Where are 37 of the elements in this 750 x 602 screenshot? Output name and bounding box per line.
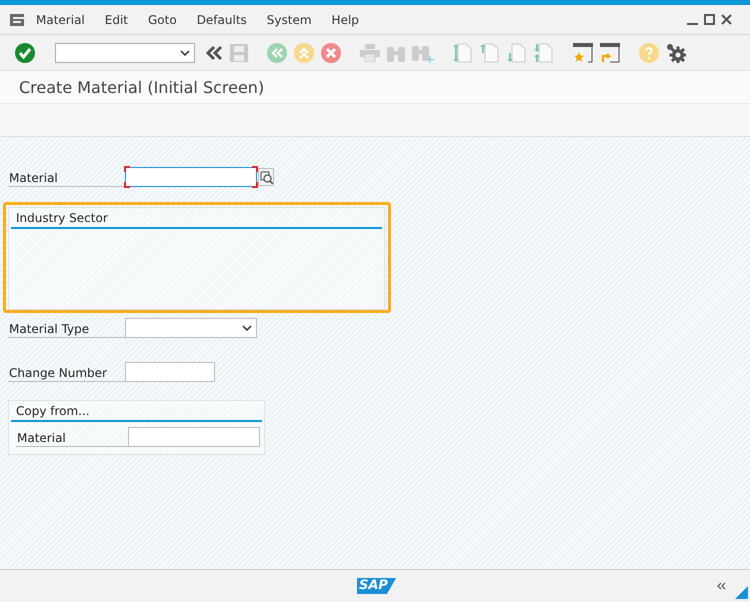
menu-item[interactable]: Material [36, 12, 85, 26]
group-title: Copy from... [11, 403, 262, 422]
group-title: Industry Sector [11, 210, 382, 229]
checkmark-icon[interactable] [15, 42, 35, 62]
window-arrow-icon[interactable] [600, 42, 620, 62]
caret-icon[interactable] [180, 50, 190, 56]
menu-icon[interactable] [10, 14, 26, 26]
save-icon[interactable] [230, 44, 248, 62]
cancel-icon[interactable] [321, 42, 341, 62]
window-star-icon[interactable] [573, 42, 593, 62]
next-page-icon[interactable] [507, 42, 527, 62]
double-chevron-icon[interactable] [205, 44, 223, 60]
input-field[interactable] [125, 167, 257, 187]
menu-item[interactable]: Goto [148, 12, 177, 26]
resize-handle-icon[interactable] [735, 586, 748, 599]
screen-title: Create Material (Initial Screen) [19, 78, 264, 96]
last-page-icon[interactable] [534, 42, 554, 62]
up-icon[interactable] [294, 42, 314, 62]
input-field[interactable] [128, 427, 260, 447]
menu-item[interactable]: Edit [104, 12, 128, 26]
menu-item[interactable]: Help [332, 12, 359, 26]
first-page-icon[interactable] [453, 42, 473, 62]
help-icon[interactable] [639, 42, 659, 62]
search-help-button[interactable] [258, 168, 274, 186]
menu-item[interactable]: Defaults [196, 12, 247, 26]
field-label: Material [8, 167, 125, 187]
command-field[interactable] [55, 42, 195, 62]
settings-icon[interactable] [666, 42, 686, 62]
caret-icon[interactable] [242, 325, 252, 331]
menu-item[interactable]: System [266, 12, 312, 26]
double-chevron-icon[interactable] [717, 582, 726, 590]
close-icon[interactable] [721, 14, 732, 25]
maximize-icon[interactable] [704, 14, 715, 25]
previous-page-icon[interactable] [480, 42, 500, 62]
input-field[interactable] [125, 362, 215, 382]
back-icon[interactable] [267, 42, 287, 62]
printer-icon[interactable] [360, 44, 380, 62]
